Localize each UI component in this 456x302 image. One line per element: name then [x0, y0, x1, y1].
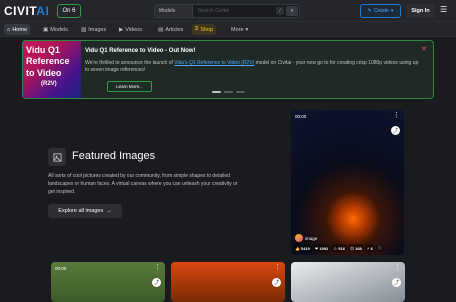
reaction-stats: 👍 5419 ❤ 1992 ☺ 516 ☹ 168 ⚡ 6 ⓘ	[293, 243, 402, 253]
user-avatar[interactable]: image	[295, 234, 317, 242]
more-options-icon[interactable]: ⋮	[154, 264, 161, 271]
nav-more[interactable]: More ▾	[228, 24, 251, 35]
search-input[interactable]: Search Civitai	[198, 8, 229, 14]
featured-title: Featured Images	[72, 150, 156, 162]
more-options-icon[interactable]: ⋮	[393, 112, 400, 119]
featured-description: All sorts of cool pictures created by ou…	[48, 173, 238, 195]
chevron-down-icon: ▾	[245, 26, 249, 33]
green-label: On 6	[62, 8, 76, 14]
more-options-icon[interactable]: ⋮	[394, 264, 401, 271]
explore-images-button[interactable]: Explore all images →	[48, 204, 122, 218]
nav-home[interactable]: ⌂ Home	[4, 24, 30, 35]
nav-videos[interactable]: ▶ Videos	[116, 24, 145, 35]
search-scope-select[interactable]: Models	[155, 5, 193, 17]
nav-shop[interactable]: ⌸ Shop	[192, 24, 217, 35]
featured-video-card[interactable]: 00:00 ⋮ ⤴ image 👍 5419 ❤ 1992 ☺ 516 ☹ 168 ⚡ 6…	[291, 110, 404, 255]
home-icon: ⌂	[7, 26, 11, 33]
image-card[interactable]: ⋮ ⤴	[291, 262, 405, 302]
video-timestamp: 00:00	[295, 114, 307, 119]
more-options-icon[interactable]: ⋮	[274, 264, 281, 271]
image-card[interactable]: 00:00 ⋮ ⤴	[51, 262, 165, 302]
remix-icon[interactable]: ⤴	[391, 126, 400, 135]
nav-articles[interactable]: ▤ Articles	[155, 24, 186, 35]
sign-in-button[interactable]: Sign In	[406, 4, 435, 18]
create-button[interactable]: ✎ Create ▾	[360, 4, 401, 18]
nav-models[interactable]: ▣ Models	[40, 24, 71, 35]
status-button[interactable]: On 6	[57, 4, 81, 18]
search-shortcut: /	[276, 7, 284, 15]
image-icon	[48, 148, 66, 166]
banner-title: Vidu Q1 Reference to Video - Out Now!	[85, 48, 196, 54]
articles-icon: ▤	[158, 26, 164, 33]
video-timestamp: 00:00	[55, 266, 67, 271]
remix-icon[interactable]: ⤴	[392, 278, 401, 287]
info-icon[interactable]: ⓘ	[375, 244, 384, 252]
remix-icon[interactable]: ⤴	[272, 278, 281, 287]
like-stat[interactable]: 👍 5419	[293, 244, 312, 252]
cry-stat[interactable]: ☹ 168	[347, 244, 364, 252]
shop-icon: ⌸	[195, 26, 199, 32]
banner-image[interactable]: Vidu Q1 Reference to Video (R2V)	[23, 41, 81, 98]
banner-text: We're thrilled to announce the launch of…	[85, 60, 419, 73]
remix-icon[interactable]: ⤴	[152, 278, 161, 287]
images-icon: ▨	[81, 26, 87, 33]
logo[interactable]: CIVITAI	[4, 4, 49, 18]
chevron-down-icon: ▾	[390, 8, 394, 14]
image-card[interactable]: ⋮ ⤴	[171, 262, 285, 302]
avatar	[295, 234, 303, 242]
models-icon: ▣	[43, 26, 49, 33]
buzz-stat[interactable]: ⚡ 6	[364, 244, 375, 252]
search-bar[interactable]: Models Search Civitai / ⌕	[154, 4, 300, 18]
banner-link[interactable]: Vidu's Q1 Reference to Video (R2V)	[174, 60, 254, 66]
videos-icon: ▶	[119, 26, 124, 33]
close-icon[interactable]: ✕	[421, 45, 427, 53]
main-nav: ⌂ Home ▣ Models ▨ Images ▶ Videos ▤ Articles …	[0, 22, 456, 37]
laugh-stat[interactable]: ☺ 516	[331, 244, 347, 252]
search-icon[interactable]: ⌕	[286, 6, 298, 16]
pencil-icon: ✎	[367, 8, 372, 14]
hamburger-menu-icon[interactable]: ☰	[440, 5, 447, 14]
nav-images[interactable]: ▨ Images	[78, 24, 109, 35]
arrow-right-icon: →	[106, 208, 112, 214]
heart-stat[interactable]: ❤ 1992	[312, 244, 331, 252]
top-bar: CIVITAI On 6 Models Search Civitai / ⌕ ✎…	[0, 0, 456, 22]
carousel-dots[interactable]	[212, 91, 245, 93]
learn-more-button[interactable]: Learn More...	[107, 81, 152, 92]
